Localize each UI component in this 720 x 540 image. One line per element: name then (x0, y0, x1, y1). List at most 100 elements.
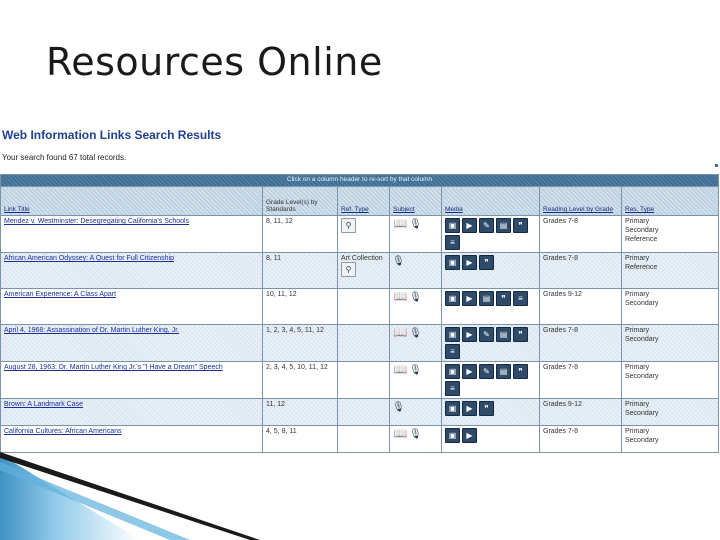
video-icon: ▶ (462, 255, 477, 270)
microphone-icon: 🎙 (392, 255, 405, 267)
camera-icon: ▣ (445, 255, 460, 270)
grade-cell: 8, 11 (262, 252, 338, 289)
res-type: Secondary (625, 226, 659, 234)
res-type: Secondary (625, 299, 659, 307)
speech-icon: ❞ (513, 364, 528, 379)
video-icon: ▶ (462, 218, 477, 233)
pencil-icon: ✎ (479, 364, 494, 379)
camera-icon: ▣ (445, 364, 460, 379)
grade-cell: 1, 2, 3, 4, 5, 11, 12 (262, 324, 338, 362)
res-type: Reference (625, 235, 658, 243)
camera-icon: ▣ (445, 327, 460, 342)
res-type: Secondary (625, 409, 659, 417)
grade-cell: 8, 11, 12 (262, 215, 338, 253)
col-media-label: Media (445, 206, 463, 213)
speech-icon: ❞ (496, 291, 511, 306)
microphone-icon: 🎙 (409, 364, 422, 376)
decorative-swoosh (0, 452, 260, 540)
col-res-type-label: Res. Type (625, 206, 655, 213)
res-type: Primary (625, 291, 650, 298)
microphone-icon: 🎙 (409, 428, 422, 440)
col-media[interactable]: Media (441, 186, 540, 216)
reading-level-cell: Grades 7-8 (539, 361, 622, 399)
document-icon: ≡ (445, 381, 460, 396)
book-icon: 📖 (393, 364, 408, 376)
video-icon: ▶ (462, 291, 477, 306)
ref-type-text: Art Collection (341, 255, 383, 262)
link-title[interactable]: California Cultures: African Americans (4, 428, 122, 435)
results-count: Your search found 67 total records. (2, 153, 127, 162)
res-type: Primary (625, 364, 650, 371)
camera-icon: ▣ (445, 428, 460, 443)
film-icon: ▤ (479, 291, 494, 306)
col-subject-label: Subject (393, 206, 415, 213)
col-grade-levels: Grade Level(s) by Standards (262, 186, 338, 216)
grade-cell: 2, 3, 4, 5, 10, 11, 12 (262, 361, 338, 399)
film-icon: ▤ (496, 327, 511, 342)
book-icon: 📖 (393, 327, 408, 339)
res-type: Secondary (625, 372, 659, 380)
col-reading-level[interactable]: Reading Level by Grade (539, 186, 622, 216)
table-row: American Experience: A Class Apart 10, 1… (0, 288, 719, 325)
film-icon: ▤ (496, 218, 511, 233)
link-title[interactable]: Mendez v. Westminster: Desegregating Cal… (4, 218, 189, 225)
link-title[interactable]: American Experience: A Class Apart (4, 291, 116, 298)
link-title[interactable]: African American Odyssey: A Quest for Fu… (4, 255, 174, 262)
res-type: Primary (625, 401, 650, 408)
col-grade-levels-label: Grade Level(s) by Standards (266, 199, 318, 213)
col-link-title[interactable]: Link Title (0, 186, 263, 216)
slide-title: Resources Online (46, 40, 383, 84)
link-title[interactable]: April 4, 1968: Assassination of Dr. Mart… (4, 327, 179, 334)
book-icon: 📖 (393, 428, 408, 440)
camera-icon: ▣ (445, 218, 460, 233)
microphone-icon: 🎙 (392, 401, 405, 413)
pencil-icon: ✎ (479, 327, 494, 342)
document-icon: ≡ (445, 235, 460, 250)
microphone-icon: 🎙 (409, 218, 422, 230)
reference-icon[interactable]: ⚲ (341, 218, 356, 233)
link-title[interactable]: Brown: A Landmark Case (4, 401, 83, 408)
book-icon: 📖 (393, 291, 408, 303)
link-title[interactable]: August 28, 1963: Dr. Martin Luther King … (4, 364, 223, 371)
pencil-icon: ✎ (479, 218, 494, 233)
speech-icon: ❞ (479, 401, 494, 416)
scroll-marker (715, 164, 718, 167)
res-type: Primary (625, 218, 650, 225)
reading-level-cell: Grades 7-8 (539, 252, 622, 289)
results-title: Web Information Links Search Results (2, 128, 222, 142)
video-icon: ▶ (462, 364, 477, 379)
reading-level-cell: Grades 7-8 (539, 324, 622, 362)
camera-icon: ▣ (445, 291, 460, 306)
table-row: Brown: A Landmark Case 11, 12 🎙 ▣ ▶ ❞ Grad… (0, 398, 719, 426)
col-link-title-label: Link Title (4, 206, 30, 213)
table-row: African American Odyssey: A Quest for Fu… (0, 252, 719, 289)
book-icon: 📖 (393, 218, 408, 230)
speech-icon: ❞ (513, 218, 528, 233)
table-row: August 28, 1963: Dr. Martin Luther King … (0, 361, 719, 399)
col-ref-type-label: Ref. Type (341, 206, 369, 213)
camera-icon: ▣ (445, 401, 460, 416)
table-row: Mendez v. Westminster: Desegregating Cal… (0, 215, 719, 253)
document-icon: ≡ (445, 344, 460, 359)
film-icon: ▤ (496, 364, 511, 379)
document-icon: ≡ (513, 291, 528, 306)
sort-banner: Click on a column header to re-sort by t… (0, 174, 719, 187)
microphone-icon: 🎙 (409, 327, 422, 339)
results-table: Click on a column header to re-sort by t… (0, 174, 719, 453)
res-type: Primary (625, 327, 650, 334)
table-row: April 4, 1968: Assassination of Dr. Mart… (0, 324, 719, 362)
col-reading-level-label: Reading Level by Grade (543, 206, 614, 213)
reading-level-cell: Grades 9-12 (539, 398, 622, 426)
video-icon: ▶ (462, 428, 477, 443)
speech-icon: ❞ (513, 327, 528, 342)
res-type: Secondary (625, 335, 659, 343)
res-type: Reference (625, 263, 658, 271)
speech-icon: ❞ (479, 255, 494, 270)
reading-level-cell: Grades 9-12 (539, 288, 622, 325)
reference-icon[interactable]: ⚲ (341, 262, 356, 277)
video-icon: ▶ (462, 327, 477, 342)
col-ref-type[interactable]: Ref. Type (337, 186, 390, 216)
col-subject[interactable]: Subject (389, 186, 442, 216)
grade-cell: 11, 12 (262, 398, 338, 426)
col-res-type[interactable]: Res. Type (621, 186, 719, 216)
